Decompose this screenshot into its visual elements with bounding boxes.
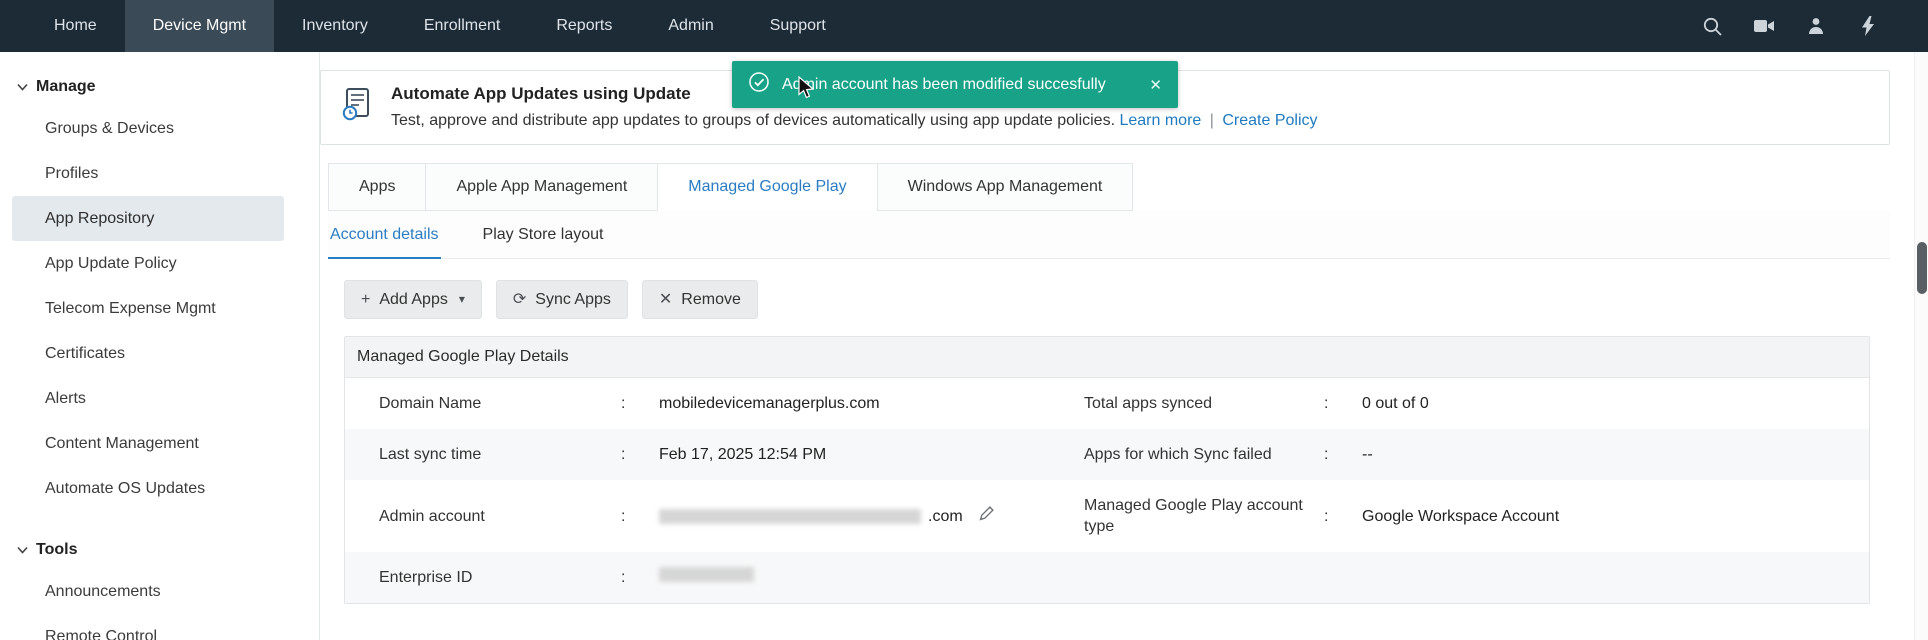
nav-item-inventory[interactable]: Inventory — [274, 0, 396, 52]
nav-items: Home Device Mgmt Inventory Enrollment Re… — [26, 0, 854, 52]
success-toast: Admin account has been modified succesfu… — [732, 61, 1178, 108]
sidebar-item-app-update-policy[interactable]: App Update Policy — [12, 241, 284, 286]
sidebar-item-telecom-expense[interactable]: Telecom Expense Mgmt — [12, 286, 284, 331]
sync-icon: ⟳ — [513, 289, 526, 310]
scrollbar-thumb[interactable] — [1917, 242, 1927, 294]
toast-message: Admin account has been modified succesfu… — [782, 76, 1106, 94]
account-type-value: Google Workspace Account — [1362, 506, 1849, 527]
colon: : — [621, 444, 659, 465]
top-navigation-bar: Home Device Mgmt Inventory Enrollment Re… — [0, 0, 1928, 52]
tab-windows-app-management[interactable]: Windows App Management — [877, 163, 1134, 211]
toast-close-icon[interactable]: ✕ — [1149, 76, 1162, 94]
add-apps-label: Add Apps — [379, 289, 448, 310]
admin-account-value: .com — [659, 505, 1084, 528]
sidebar-item-announcements[interactable]: Announcements — [12, 569, 284, 614]
detail-row-admin-account: Admin account : .com Managed Google Play… — [345, 480, 1869, 552]
sidebar-section-label: Manage — [36, 78, 96, 96]
add-apps-button[interactable]: + Add Apps ▾ — [344, 280, 482, 319]
tab-managed-google-play[interactable]: Managed Google Play — [657, 163, 877, 211]
detail-row-enterprise-id: Enterprise ID : — [345, 552, 1869, 603]
chevron-down-icon — [17, 78, 28, 96]
sidebar-item-groups-devices[interactable]: Groups & Devices — [12, 106, 284, 151]
vertical-scrollbar — [1914, 52, 1928, 640]
link-separator: | — [1210, 112, 1214, 129]
redacted-admin-email — [659, 509, 921, 524]
nav-item-enrollment[interactable]: Enrollment — [396, 0, 528, 52]
sidebar: Manage Groups & Devices Profiles App Rep… — [0, 52, 320, 640]
app-management-tabs: Apps Apple App Management Managed Google… — [328, 163, 1133, 211]
sidebar-section-manage: Manage Groups & Devices Profiles App Rep… — [0, 68, 319, 511]
create-policy-link[interactable]: Create Policy — [1222, 112, 1317, 129]
redacted-enterprise-id — [659, 567, 754, 582]
main-content: Automate App Updates using Update Test, … — [320, 52, 1928, 640]
nav-item-home[interactable]: Home — [26, 0, 125, 52]
nav-item-device-mgmt[interactable]: Device Mgmt — [125, 0, 274, 52]
colon: : — [621, 567, 659, 588]
total-apps-synced-value: 0 out of 0 — [1362, 393, 1849, 414]
nav-item-support[interactable]: Support — [742, 0, 854, 52]
sync-apps-button[interactable]: ⟳ Sync Apps — [496, 280, 628, 319]
close-icon: ✕ — [659, 289, 672, 310]
sidebar-item-remote-control[interactable]: Remote Control — [12, 614, 284, 640]
remove-button[interactable]: ✕ Remove — [642, 280, 758, 319]
google-play-details-panel: Managed Google Play Details Domain Name … — [344, 336, 1870, 604]
sync-apps-label: Sync Apps — [535, 289, 611, 310]
user-pin-icon[interactable] — [1804, 14, 1828, 38]
colon: : — [621, 506, 659, 527]
subtab-play-store-layout[interactable]: Play Store layout — [481, 211, 606, 259]
tab-apple-app-management[interactable]: Apple App Management — [425, 163, 658, 211]
google-play-subtabs: Account details Play Store layout — [328, 211, 1890, 259]
subtab-account-details[interactable]: Account details — [328, 211, 441, 259]
sidebar-item-content-management[interactable]: Content Management — [12, 421, 284, 466]
video-camera-icon[interactable] — [1752, 14, 1776, 38]
sidebar-item-automate-os-updates[interactable]: Automate OS Updates — [12, 466, 284, 511]
sync-failed-value: -- — [1362, 444, 1849, 465]
sidebar-section-label: Tools — [36, 541, 77, 559]
domain-name-label: Domain Name — [379, 393, 621, 414]
nav-item-admin[interactable]: Admin — [640, 0, 741, 52]
sync-failed-label: Apps for which Sync failed — [1084, 444, 1324, 465]
panel-title: Managed Google Play Details — [345, 337, 1869, 378]
total-apps-synced-label: Total apps synced — [1084, 393, 1324, 414]
sidebar-section-tools: Tools Announcements Remote Control — [0, 531, 319, 640]
edit-icon[interactable] — [978, 505, 995, 528]
colon: : — [1324, 393, 1362, 414]
detail-row-sync-time: Last sync time : Feb 17, 2025 12:54 PM A… — [345, 429, 1869, 480]
enterprise-id-value — [659, 567, 1084, 588]
lightning-icon[interactable] — [1856, 14, 1880, 38]
admin-email-suffix: .com — [928, 506, 963, 527]
last-sync-time-label: Last sync time — [379, 444, 621, 465]
topnav-right-icons — [1700, 0, 1928, 52]
sidebar-section-tools-header[interactable]: Tools — [0, 531, 319, 569]
colon: : — [1324, 506, 1362, 527]
document-clock-icon — [339, 86, 375, 127]
admin-account-label: Admin account — [379, 506, 621, 527]
sidebar-item-profiles[interactable]: Profiles — [12, 151, 284, 196]
search-icon[interactable] — [1700, 14, 1724, 38]
colon: : — [1324, 444, 1362, 465]
check-circle-icon — [748, 71, 770, 98]
account-type-label: Managed Google Play account type — [1084, 495, 1324, 537]
sidebar-section-manage-header[interactable]: Manage — [0, 68, 319, 106]
actions-toolbar: + Add Apps ▾ ⟳ Sync Apps ✕ Remove — [344, 280, 1870, 319]
nav-item-reports[interactable]: Reports — [528, 0, 640, 52]
learn-more-link[interactable]: Learn more — [1119, 112, 1201, 129]
plus-icon: + — [361, 289, 370, 310]
sidebar-item-alerts[interactable]: Alerts — [12, 376, 284, 421]
tab-apps[interactable]: Apps — [328, 163, 426, 211]
chevron-down-icon — [17, 541, 28, 559]
sidebar-item-app-repository[interactable]: App Repository — [12, 196, 284, 241]
domain-name-value: mobiledevicemanagerplus.com — [659, 393, 1084, 414]
banner-description: Test, approve and distribute app updates… — [391, 112, 1318, 130]
banner-description-text: Test, approve and distribute app updates… — [391, 112, 1115, 129]
colon: : — [621, 393, 659, 414]
chevron-down-icon: ▾ — [459, 289, 465, 310]
sidebar-item-certificates[interactable]: Certificates — [12, 331, 284, 376]
enterprise-id-label: Enterprise ID — [379, 567, 621, 588]
detail-row-domain: Domain Name : mobiledevicemanagerplus.co… — [345, 378, 1869, 429]
last-sync-time-value: Feb 17, 2025 12:54 PM — [659, 444, 1084, 465]
remove-label: Remove — [681, 289, 741, 310]
